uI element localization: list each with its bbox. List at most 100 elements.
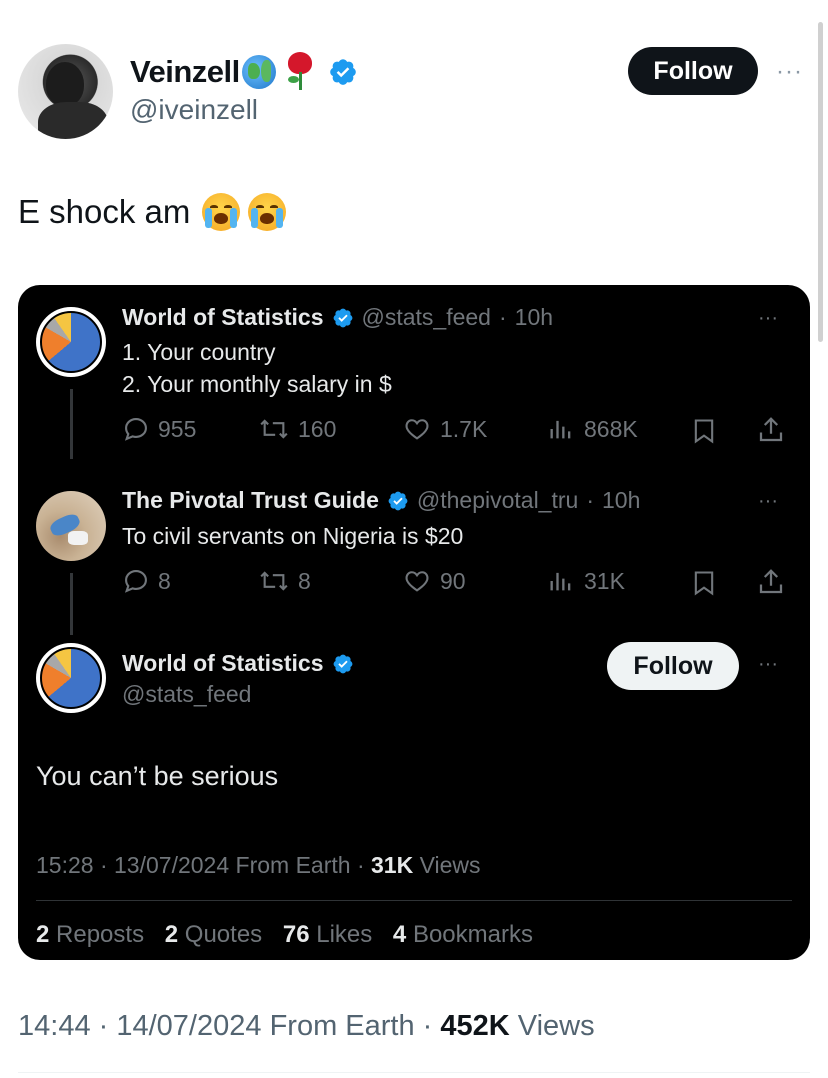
main-tweet-text: You can’t be serious <box>36 761 279 791</box>
tweet-time[interactable]: 14:44 <box>18 1010 91 1042</box>
verified-badge-icon <box>333 308 352 327</box>
thread-1-age[interactable]: 10h <box>515 304 553 331</box>
author-name-row[interactable]: Veinzell <box>130 52 358 92</box>
share-icon[interactable] <box>756 567 786 597</box>
author-avatar[interactable] <box>18 44 113 139</box>
more-options-icon[interactable]: ··· <box>776 58 803 86</box>
reply-button[interactable]: 955 <box>122 415 196 443</box>
bookmarks-stat[interactable]: 4 Bookmarks <box>393 921 533 948</box>
main-timestamp: 15:28 · 13/07/2024 From Earth · 31K View… <box>36 852 481 878</box>
more-options-icon[interactable]: ··· <box>758 653 778 676</box>
likes-stat[interactable]: 76 Likes <box>283 921 372 948</box>
like-count: 90 <box>440 567 466 594</box>
bookmark-icon[interactable] <box>690 568 718 598</box>
repost-icon <box>260 571 288 591</box>
views-button[interactable]: 868K <box>546 415 638 443</box>
tweet-text: E shock am <box>18 193 287 231</box>
repost-count: 8 <box>298 567 311 594</box>
thread-1-line: 1. Your country <box>122 339 276 365</box>
tweet-date[interactable]: 14/07/2024 <box>116 1010 261 1042</box>
reposts-label: Reposts <box>56 921 145 948</box>
reply-count: 955 <box>158 415 197 442</box>
divider <box>18 1072 810 1073</box>
views-icon <box>550 420 571 439</box>
tweet-timestamp: 14:44 · 14/07/2024 From Earth · 452K Vie… <box>18 1010 595 1042</box>
tweet-text-content: E shock am <box>18 193 191 230</box>
quoted-tweet-card[interactable]: World of Statistics @stats_feed · 10h ··… <box>18 285 810 960</box>
like-button[interactable]: 1.7K <box>402 415 487 443</box>
repost-count: 160 <box>298 415 337 442</box>
follow-button[interactable]: Follow <box>628 47 758 95</box>
thread-2-line: To civil servants on Nigeria is $20 <box>122 523 464 549</box>
main-handle[interactable]: @stats_feed <box>122 681 251 708</box>
verified-badge-icon <box>329 59 356 85</box>
thread-1-author-name[interactable]: World of Statistics <box>122 304 324 331</box>
thread-2-text: To civil servants on Nigeria is $20 <box>122 520 463 552</box>
thread-2-author-name[interactable]: The Pivotal Trust Guide <box>122 487 379 514</box>
quotes-label: Quotes <box>184 921 263 948</box>
verified-badge-icon <box>388 491 408 510</box>
loudly-crying-face-icon <box>202 193 241 231</box>
heart-icon <box>405 571 429 592</box>
repost-button[interactable]: 160 <box>258 415 336 443</box>
thread-1-text: 1. Your country 2. Your monthly salary i… <box>122 336 392 400</box>
reply-count: 8 <box>158 567 171 594</box>
more-options-icon[interactable]: ··· <box>758 490 778 513</box>
thread-2-header: The Pivotal Trust Guide @thepivotal_tru … <box>122 487 640 514</box>
stats-feed-avatar[interactable] <box>36 643 106 713</box>
separator-dot: · <box>498 304 507 330</box>
views-button[interactable]: 31K <box>546 567 625 595</box>
likes-label: Likes <box>316 921 373 948</box>
like-count: 1.7K <box>440 415 488 442</box>
main-author-name[interactable]: World of Statistics <box>122 650 324 677</box>
thread-1-handle[interactable]: @stats_feed <box>362 304 491 331</box>
stats-feed-avatar[interactable] <box>36 307 106 377</box>
main-date[interactable]: 13/07/2024 <box>114 852 229 878</box>
reply-button[interactable]: 8 <box>122 567 171 595</box>
likes-count: 76 <box>282 921 310 948</box>
author-name[interactable]: Veinzell <box>130 54 240 90</box>
globe-icon <box>241 55 276 89</box>
thread-connector <box>70 389 73 459</box>
reposts-stat[interactable]: 2 Reposts <box>36 921 144 948</box>
thread-1-header: World of Statistics @stats_feed · 10h <box>122 304 553 331</box>
thread-connector <box>70 573 73 635</box>
follow-button[interactable]: Follow <box>607 642 739 690</box>
tweet-views-count: 452K <box>440 1010 510 1042</box>
bookmarks-count: 4 <box>392 921 407 948</box>
main-header: World of Statistics <box>122 650 354 677</box>
bookmarks-label: Bookmarks <box>412 921 533 948</box>
quotes-stat[interactable]: 2 Quotes <box>165 921 262 948</box>
author-handle[interactable]: @iveinzell <box>130 94 258 126</box>
bookmark-icon[interactable] <box>690 416 718 446</box>
repost-icon <box>260 419 288 439</box>
share-icon[interactable] <box>756 415 786 445</box>
more-options-icon[interactable]: ··· <box>758 307 778 330</box>
repost-button[interactable]: 8 <box>258 567 311 595</box>
divider <box>36 900 792 901</box>
reposts-count: 2 <box>36 921 50 948</box>
main-views-label: Views <box>419 852 481 878</box>
views-icon <box>550 572 571 591</box>
views-count: 868K <box>584 415 638 442</box>
views-count: 31K <box>584 567 625 594</box>
thread-2-handle[interactable]: @thepivotal_tru <box>417 487 578 514</box>
heart-icon <box>405 419 429 440</box>
main-views-count: 31K <box>371 852 414 878</box>
tweet-source: From Earth <box>269 1010 415 1042</box>
like-button[interactable]: 90 <box>402 567 466 595</box>
main-time[interactable]: 15:28 <box>36 852 94 878</box>
reply-icon <box>124 570 147 593</box>
scrollbar[interactable] <box>818 22 823 342</box>
quotes-count: 2 <box>164 921 179 948</box>
separator-dot: · <box>586 487 594 513</box>
pivotal-avatar[interactable] <box>36 491 106 561</box>
loudly-crying-face-icon <box>248 193 287 231</box>
main-source: From Earth <box>235 852 351 878</box>
rose-icon <box>284 52 316 92</box>
thread-2-age[interactable]: 10h <box>602 487 640 514</box>
thread-1-line: 2. Your monthly salary in $ <box>122 371 392 397</box>
engagement-stats: 2 Reposts 2 Quotes 76 Likes 4 Bookmarks <box>36 921 533 949</box>
tweet-views-label: Views <box>517 1010 595 1042</box>
reply-icon <box>124 418 147 441</box>
